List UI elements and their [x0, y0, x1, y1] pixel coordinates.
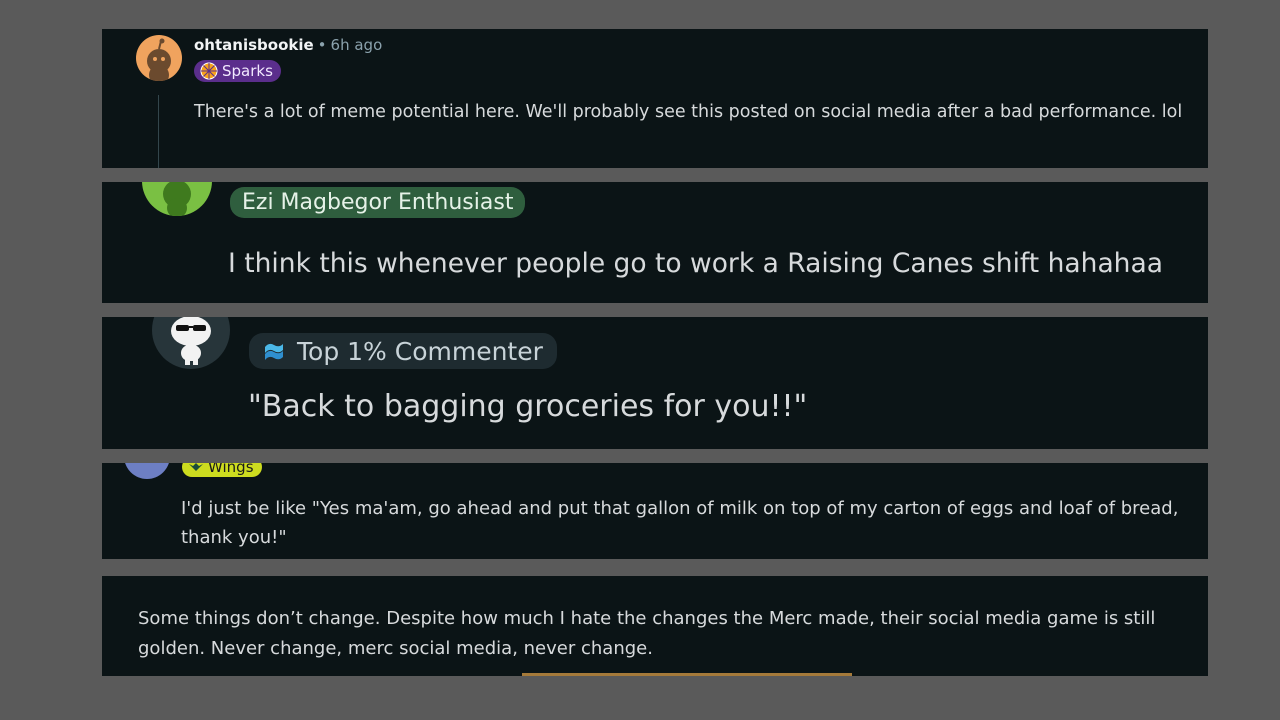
user-flair: Top 1% Commenter	[249, 333, 557, 369]
comment-card: Top 1% Commenter "Back to bagging grocer…	[102, 317, 1208, 449]
snoo-sunglasses-icon	[171, 317, 211, 365]
comment-body: Some things don’t change. Despite how mu…	[138, 608, 1156, 659]
flair-label: Top 1% Commenter	[297, 336, 543, 366]
comment-meta: ohtanisbookie • 6h ago	[194, 36, 382, 54]
user-flair: Ezi Magbegor Enthusiast	[230, 187, 526, 218]
flair-label: Ezi Magbegor Enthusiast	[242, 190, 514, 215]
snoo-icon	[147, 38, 171, 81]
username[interactable]: ohtanisbookie	[194, 36, 314, 54]
comment-card: ohtanisbookie • 6h ago Sparks There's a lo…	[102, 29, 1208, 168]
comment-body: "Back to bagging groceries for you!!"	[248, 389, 808, 424]
snoo-icon	[163, 182, 191, 216]
comment-body: I'd just be like "Yes ma'am, go ahead an…	[181, 498, 1179, 548]
user-avatar[interactable]	[152, 317, 230, 369]
comment-card: Ezi Magbegor Enthusiast I think this whe…	[102, 182, 1208, 303]
thread-line[interactable]	[158, 95, 159, 168]
flair-label: Wings	[208, 463, 254, 476]
user-flair: Wings	[182, 463, 262, 477]
comment-card: Wings I'd just be like "Yes ma'am, go ah…	[102, 463, 1208, 559]
user-flair: Sparks	[194, 60, 281, 82]
user-avatar[interactable]	[142, 182, 212, 216]
comment-card: Some things don’t change. Despite how mu…	[102, 576, 1208, 676]
timestamp[interactable]: 6h ago	[331, 36, 383, 54]
user-avatar[interactable]	[124, 463, 170, 479]
separator-dot: •	[317, 36, 327, 54]
cropped-image-edge	[522, 673, 852, 676]
wings-logo-icon	[189, 463, 203, 471]
comment-body: There's a lot of meme potential here. We…	[194, 102, 1183, 122]
sparks-logo-icon	[200, 62, 218, 80]
user-avatar[interactable]	[136, 35, 182, 81]
comment-body: I think this whenever people go to work …	[228, 248, 1163, 279]
flair-label: Sparks	[222, 62, 273, 80]
top-commenter-icon	[265, 343, 283, 360]
